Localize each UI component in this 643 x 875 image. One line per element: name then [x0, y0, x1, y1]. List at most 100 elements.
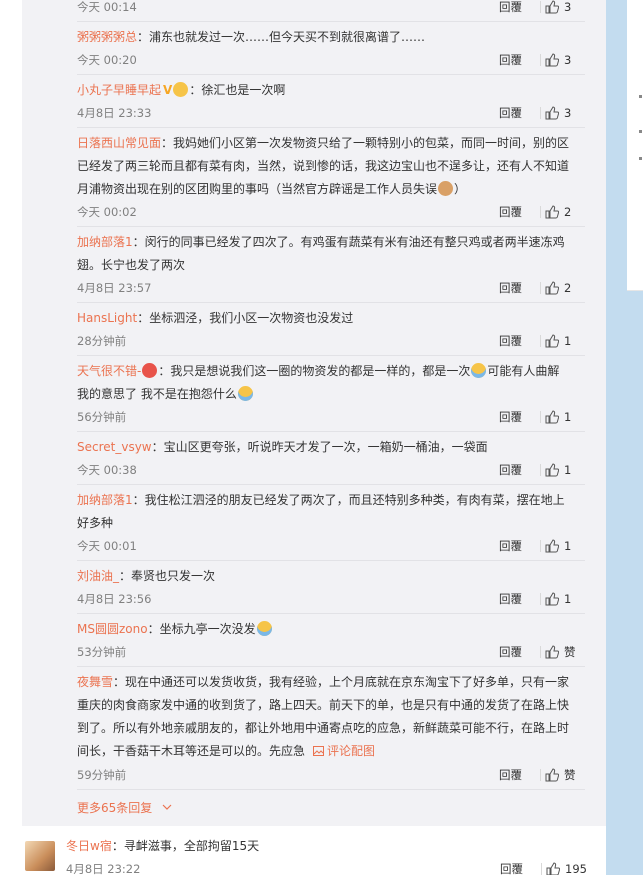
thumb-up-icon	[545, 205, 559, 219]
heart-eyes-emoji-icon	[142, 363, 158, 378]
image-icon	[313, 746, 325, 756]
like-count: 1	[564, 334, 572, 348]
like-count: 1	[564, 463, 572, 477]
reply-text: 日落西山常见面：我妈她们小区第一次发物资只给了一颗特别小的包菜，而同一时间，别的…	[77, 136, 570, 196]
reply-meta: 4月8日 23:57 回覆 2	[77, 278, 585, 298]
thumb-up-icon	[545, 645, 559, 659]
like-button[interactable]: 2	[545, 202, 571, 222]
reply-username[interactable]: 粥粥粥粥总	[77, 30, 137, 44]
reply-time: 今天 00:02	[77, 205, 137, 219]
reply-meta: 56分钟前 回覆 1	[77, 407, 585, 427]
like-count: 3	[564, 53, 572, 67]
reply-username[interactable]: Secret_vsyw	[77, 440, 152, 454]
reply-button[interactable]: 回覆	[499, 0, 522, 17]
like-button[interactable]: 1	[545, 407, 571, 427]
like-count: 195	[565, 862, 587, 875]
reply-username[interactable]: 小丸子早睡早起	[77, 83, 161, 97]
reply-button[interactable]: 回覆	[499, 331, 522, 351]
like-button[interactable]: 3	[545, 103, 571, 123]
reply-text: 加纳部落1：我住松江泗泾的朋友已经发了两次了，而且还特别多种类，有肉有菜，摆在地…	[77, 493, 565, 530]
chevron-down-icon	[162, 804, 172, 810]
reply-username[interactable]: 刘油油_	[77, 569, 119, 583]
reply-time: 今天 00:01	[77, 539, 137, 553]
reply-button[interactable]: 回覆	[499, 460, 522, 480]
reply-meta: 59分钟前 回覆 赞	[77, 765, 585, 785]
like-button[interactable]: 1	[545, 589, 571, 609]
reply-button[interactable]: 回覆	[499, 278, 522, 298]
reply-button[interactable]: 回覆	[499, 765, 522, 785]
like-button[interactable]: 1	[545, 536, 571, 556]
reply-text: HansLight：坐标泗泾，我们小区一次物资也没发过	[77, 311, 354, 325]
reply-button[interactable]: 回覆	[499, 407, 522, 427]
emoji-icon	[173, 82, 189, 97]
reply-time: 4月8日 23:33	[77, 106, 152, 120]
reply-button[interactable]: 回覆	[499, 642, 522, 662]
more-replies-link[interactable]: 更多65条回复	[77, 799, 172, 816]
like-button[interactable]: 2	[545, 278, 571, 298]
reply-time: 28分钟前	[77, 334, 127, 348]
dog-emoji-icon	[438, 181, 454, 196]
like-count: 3	[564, 106, 572, 120]
like-button[interactable]: 1	[545, 460, 571, 480]
thumb-up-icon	[545, 768, 559, 782]
reply-text: 天气很不错- ：我只是想说我们这一圈的物资发的都是一样的，都是一次 可能有人曲解 我…	[77, 363, 560, 401]
reply-username[interactable]: MS圆圆zono	[77, 622, 148, 636]
avatar[interactable]	[25, 841, 55, 871]
vip-badge-icon: V	[163, 83, 173, 97]
reply-button[interactable]: 回覆	[499, 589, 522, 609]
reply-text: 夜舞雪：现在中通还可以发货收货，我有经验，上个月底就在京东淘宝下了好多单，只有一…	[77, 675, 570, 758]
comment-item: 冬日w宿：寻衅滋事，全部拘留15天	[66, 838, 586, 854]
like-button[interactable]: 3	[545, 50, 571, 70]
reply-text: 小丸子早睡早起 V ：徐汇也是一次啊	[77, 79, 574, 102]
like-button[interactable]: 赞	[545, 765, 576, 785]
like-count: 1	[564, 410, 572, 424]
thumb-up-icon	[546, 862, 560, 875]
comment-image-link[interactable]: 评论配图	[313, 744, 375, 758]
comment-meta: 4月8日 23:22 回覆 195	[66, 859, 587, 875]
crying-emoji-icon	[256, 621, 272, 636]
like-count: 1	[564, 592, 572, 606]
thumb-up-icon	[545, 0, 559, 14]
like-count: 1	[564, 539, 572, 553]
reply-time: 56分钟前	[77, 410, 127, 424]
reply-username[interactable]: 加纳部落1	[77, 493, 133, 507]
reply-button[interactable]: 回覆	[499, 50, 522, 70]
reply-username[interactable]: HansLight	[77, 311, 137, 325]
reply-username[interactable]: 日落西山常见面	[77, 136, 161, 150]
reply-username[interactable]: 天气很不错-	[77, 364, 141, 378]
like-button[interactable]: 赞	[545, 642, 576, 662]
reply-time: 今天 00:14	[77, 0, 137, 14]
sidebar-card	[627, 0, 643, 291]
reply-username[interactable]: 加纳部落1	[77, 235, 133, 249]
reply-button[interactable]: 回覆	[499, 536, 522, 556]
reply-button[interactable]: 回覆	[499, 103, 522, 123]
thumb-up-icon	[545, 539, 559, 553]
laugh-cry-emoji-icon	[471, 363, 487, 378]
reply-meta: 今天 00:01 回覆 1	[77, 536, 585, 556]
reply-meta: 4月8日 23:33 回覆 3	[77, 103, 585, 123]
reply-button[interactable]: 回覆	[499, 202, 522, 222]
like-count: 赞	[564, 768, 576, 782]
comment-time: 4月8日 23:22	[66, 862, 141, 875]
comment-username[interactable]: 冬日w宿	[66, 839, 112, 853]
thumb-up-icon	[545, 281, 559, 295]
like-button[interactable]: 1	[545, 331, 571, 351]
reply-button[interactable]: 回覆	[500, 859, 523, 875]
reply-meta: 4月8日 23:56 回覆 1	[77, 589, 585, 609]
reply-username[interactable]: 夜舞雪	[77, 675, 113, 689]
reply-time: 4月8日 23:57	[77, 281, 152, 295]
reply-meta: 今天 00:20 回覆 3	[77, 50, 585, 70]
thumb-up-icon	[545, 334, 559, 348]
thumb-up-icon	[545, 463, 559, 477]
reply-time: 今天 00:20	[77, 53, 137, 67]
like-button[interactable]: 195	[546, 859, 587, 875]
like-button[interactable]: 3	[545, 0, 571, 17]
reply-time: 今天 00:38	[77, 463, 137, 477]
thumb-up-icon	[545, 106, 559, 120]
reply-text: 刘油油_：奉贤也只发一次	[77, 569, 216, 583]
reply-time: 59分钟前	[77, 768, 127, 782]
thumb-up-icon	[545, 410, 559, 424]
reply-text: MS圆圆zono：坐标九亭一次没发	[77, 618, 574, 641]
thumb-up-icon	[545, 53, 559, 67]
reply-text: Secret_vsyw：宝山区更夸张，听说昨天才发了一次，一箱奶一桶油，一袋面	[77, 440, 488, 454]
